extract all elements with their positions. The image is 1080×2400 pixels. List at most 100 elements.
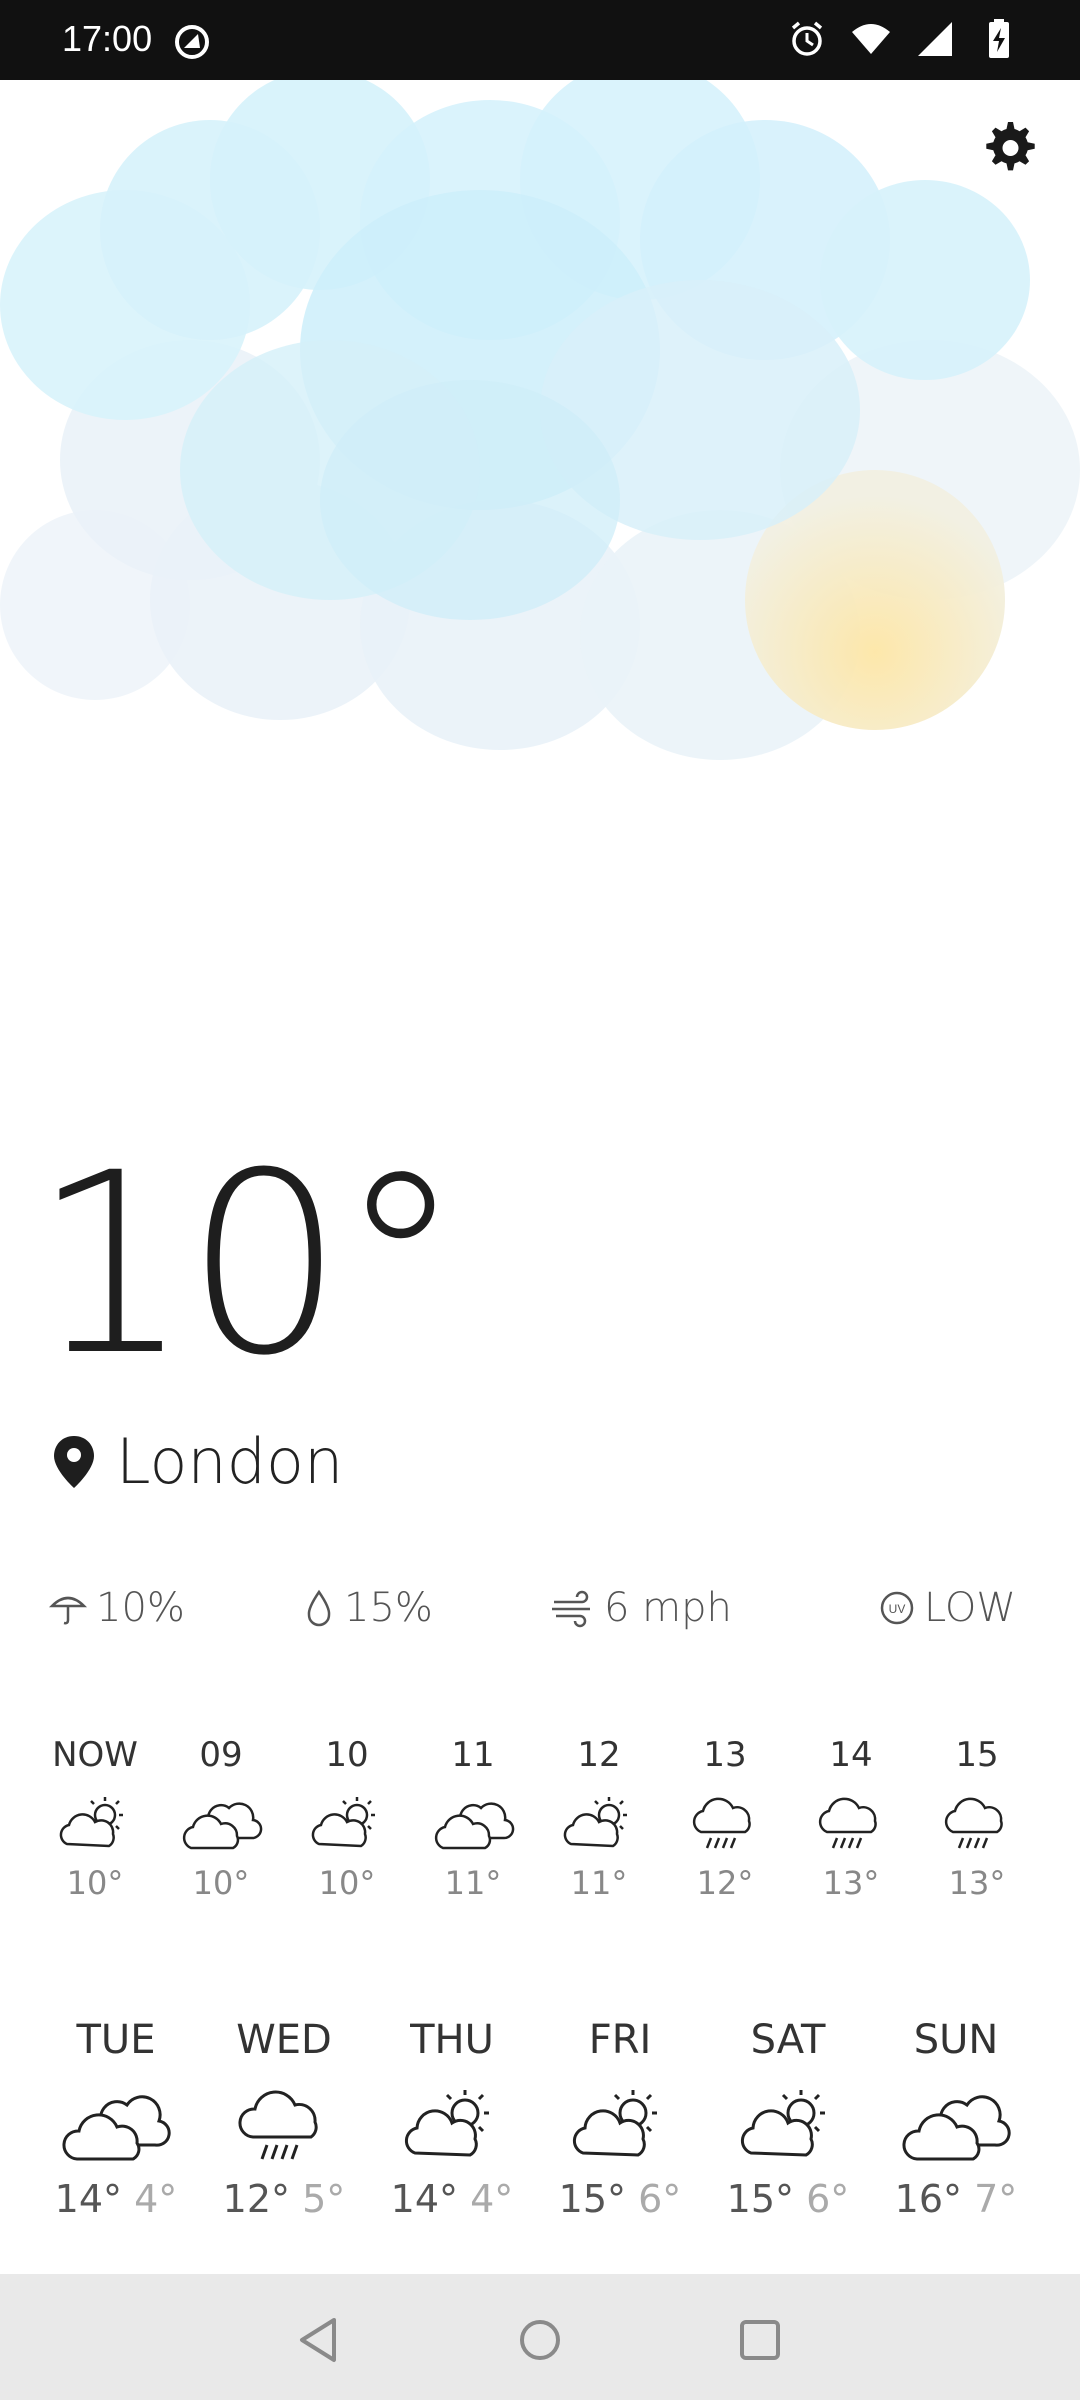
cloudy-icon — [62, 2095, 171, 2161]
hour-label: 09 — [199, 1735, 243, 1775]
cloudy-icon — [434, 1802, 515, 1850]
location-pin-icon — [54, 1435, 94, 1488]
hour-label: 11 — [451, 1735, 495, 1775]
hour-label: NOW — [52, 1735, 138, 1775]
daily-item: TUE 14° 4° — [32, 2015, 200, 2221]
navigation-bar — [0, 2274, 1080, 2400]
rain-icon — [692, 1797, 751, 1849]
rain-icon — [944, 1797, 1003, 1849]
partly-cloudy-icon — [572, 2090, 657, 2157]
uv-detail: UV LOW — [878, 1585, 1016, 1631]
cloudy-icon — [182, 1802, 263, 1850]
location[interactable]: London — [52, 1425, 343, 1498]
day-temps: 16° 7° — [872, 2177, 1040, 2221]
status-icons — [786, 18, 1020, 60]
uv-value: LOW — [924, 1585, 1016, 1631]
partly-cloudy-icon — [563, 1797, 627, 1848]
daily-item: SAT 15° 6° — [704, 2015, 872, 2221]
hourly-item: 12 11° — [536, 1730, 662, 1902]
hourly-item: 09 10° — [158, 1730, 284, 1902]
uv-index-icon: UV — [880, 1591, 914, 1625]
weather-illustration — [0, 80, 1080, 780]
day-low: 4° — [134, 2177, 178, 2221]
daily-forecast: TUE 14° 4° WED 12° 5° THU 14° 4° FRI 15°… — [0, 2015, 1080, 2255]
app-notification-icon — [175, 25, 209, 59]
wind-value: 6 mph — [604, 1585, 732, 1631]
day-high: 16° — [894, 2177, 963, 2221]
hour-temp: 11° — [444, 1864, 502, 1902]
day-label: SAT — [750, 2017, 826, 2063]
settings-gear-icon[interactable] — [978, 118, 1038, 178]
hourly-forecast: NOW 10° 09 10° 10 10° 11 11° 12 11° 13 1… — [0, 1730, 1080, 1930]
umbrella-icon — [48, 1596, 88, 1625]
humidity-value: 15% — [344, 1585, 433, 1631]
day-high: 12° — [222, 2177, 291, 2221]
partly-cloudy-icon — [740, 2090, 825, 2157]
status-time: 17:00 — [62, 18, 153, 59]
status-bar: 17:00 — [0, 0, 1080, 80]
back-icon[interactable] — [292, 2312, 348, 2368]
humidity-detail: 15% — [302, 1585, 433, 1631]
day-label: TUE — [76, 2017, 156, 2063]
day-high: 15° — [558, 2177, 627, 2221]
day-temps: 14° 4° — [32, 2177, 200, 2221]
day-label: WED — [236, 2017, 332, 2063]
day-temps: 15° 6° — [704, 2177, 872, 2221]
day-temps: 12° 5° — [200, 2177, 368, 2221]
day-high: 14° — [54, 2177, 123, 2221]
alarm-icon — [791, 21, 823, 56]
hour-temp: 12° — [696, 1864, 754, 1902]
day-high: 15° — [726, 2177, 795, 2221]
hourly-item: 11 11° — [410, 1730, 536, 1902]
weather-details: 10% 15% 6 mph UV LOW — [0, 1585, 1080, 1655]
day-label: FRI — [588, 2017, 652, 2063]
daily-item: THU 14° 4° — [368, 2015, 536, 2221]
hour-temp: 13° — [948, 1864, 1006, 1902]
partly-cloudy-icon — [59, 1797, 123, 1848]
hour-temp: 10° — [192, 1864, 250, 1902]
hourly-item: 13 12° — [662, 1730, 788, 1902]
day-low: 7° — [974, 2177, 1018, 2221]
day-temps: 15° 6° — [536, 2177, 704, 2221]
rain-icon — [238, 2090, 318, 2160]
svg-text:UV: UV — [889, 1602, 906, 1616]
hourly-item: 15 13° — [914, 1730, 1040, 1902]
day-label: SUN — [913, 2017, 999, 2063]
day-high: 14° — [390, 2177, 459, 2221]
hour-label: 12 — [577, 1735, 621, 1775]
daily-item: SUN 16° 7° — [872, 2015, 1040, 2221]
hour-temp: 10° — [66, 1864, 124, 1902]
wind-icon — [552, 1590, 590, 1628]
hour-temp: 13° — [822, 1864, 880, 1902]
wifi-icon — [852, 24, 890, 54]
precipitation-detail: 10% — [48, 1585, 185, 1631]
hourly-item: 14 13° — [788, 1730, 914, 1902]
day-low: 6° — [806, 2177, 850, 2221]
rain-icon — [818, 1797, 877, 1849]
daily-item: FRI 15° 6° — [536, 2015, 704, 2221]
day-label: THU — [410, 2017, 494, 2063]
wind-detail: 6 mph — [550, 1585, 732, 1631]
hourly-item: 10 10° — [284, 1730, 410, 1902]
day-low: 6° — [638, 2177, 682, 2221]
home-icon[interactable] — [512, 2312, 568, 2368]
hourly-item: NOW 10° — [32, 1730, 158, 1902]
daily-item: WED 12° 5° — [200, 2015, 368, 2221]
day-low: 4° — [470, 2177, 514, 2221]
day-low: 5° — [302, 2177, 346, 2221]
cloudy-icon — [902, 2095, 1011, 2161]
battery-charging-icon — [989, 19, 1009, 58]
hour-label: 10 — [325, 1735, 369, 1775]
water-drop-icon — [307, 1589, 331, 1627]
signal-icon — [918, 22, 952, 56]
partly-cloudy-icon — [311, 1797, 375, 1848]
hour-temp: 11° — [570, 1864, 628, 1902]
precipitation-value: 10% — [96, 1585, 185, 1631]
hour-label: 15 — [955, 1735, 999, 1775]
recents-icon[interactable] — [732, 2312, 788, 2368]
hour-temp: 10° — [318, 1864, 376, 1902]
location-name: London — [116, 1425, 344, 1498]
hour-label: 14 — [829, 1735, 873, 1775]
day-temps: 14° 4° — [368, 2177, 536, 2221]
current-temperature: 10° — [32, 1119, 463, 1410]
